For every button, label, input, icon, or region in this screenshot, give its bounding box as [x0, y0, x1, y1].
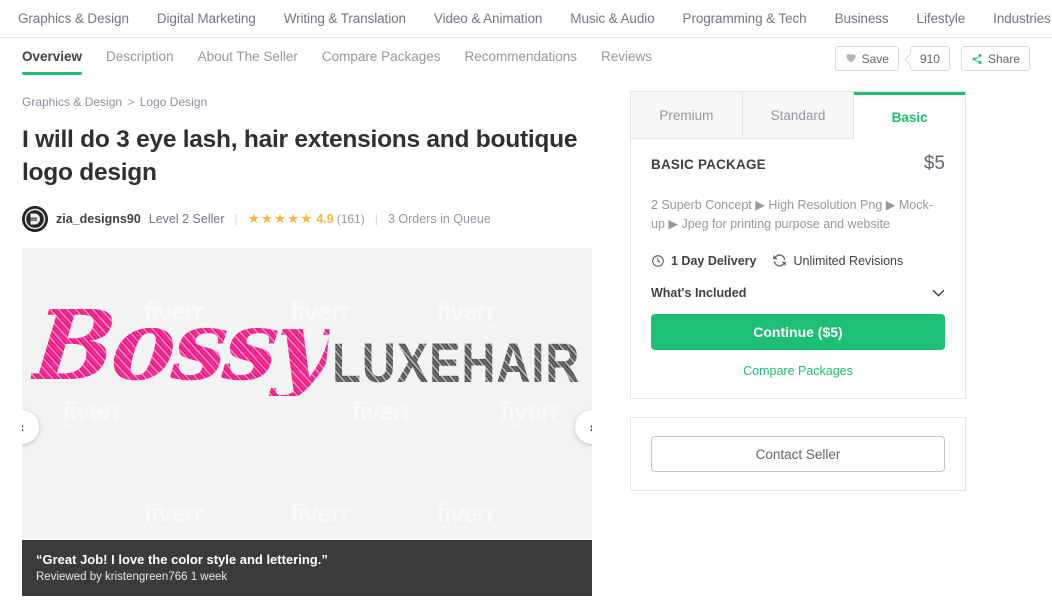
- gallery-review-overlay: “Great Job! I love the color style and l…: [22, 540, 592, 596]
- review-byline: Reviewed by kristengreen766 1 week: [36, 571, 228, 583]
- tab-reviews[interactable]: Reviews: [589, 38, 664, 76]
- delivery-label: 1 Day Delivery: [671, 253, 757, 268]
- category-nav-item-video-animation[interactable]: Video & Animation: [420, 11, 556, 26]
- package-meta-row: 1 Day Delivery Unlimited Revisions: [651, 253, 945, 268]
- breadcrumb-current[interactable]: Logo Design: [140, 95, 207, 109]
- category-nav-item-business[interactable]: Business: [821, 11, 903, 26]
- seller-divider-1: |: [234, 212, 238, 226]
- category-nav-item-music-audio[interactable]: Music & Audio: [556, 11, 668, 26]
- package-card: Premium Standard Basic BASIC PACKAGE $5 …: [630, 91, 966, 399]
- fiverr-watermark: fiverrGRAPHICS & DESIGN: [144, 498, 227, 532]
- seller-level: Level 2 Seller: [148, 212, 225, 226]
- avatar[interactable]: [22, 206, 48, 232]
- package-body: BASIC PACKAGE $5 2 Superb Concept ▶ High…: [631, 139, 965, 398]
- artwork-script-text: Bossy: [27, 289, 334, 402]
- delivery-time: 1 Day Delivery: [651, 254, 756, 268]
- artwork-block-text: LUXEHAIR: [332, 331, 581, 394]
- fiverr-watermark-sub: GRAPHICS & DESIGN: [144, 526, 227, 532]
- gig-artwork: Bossy LUXEHAIR: [22, 289, 592, 402]
- tab-recommendations[interactable]: Recommendations: [452, 38, 589, 76]
- star-icon: ★: [260, 211, 273, 227]
- orders-in-queue: 3 Orders in Queue: [387, 212, 491, 226]
- page-title: I will do 3 eye lash, hair extensions an…: [22, 126, 578, 186]
- continue-button[interactable]: Continue ($5): [651, 314, 945, 350]
- star-icon: ★: [273, 211, 287, 227]
- whats-included-label: What's Included: [651, 286, 747, 300]
- gig-action-buttons: Save 910 Share: [834, 46, 1030, 71]
- seller-divider-2: |: [374, 212, 378, 226]
- save-count-badge[interactable]: 910: [909, 46, 950, 71]
- share-label: Share: [987, 51, 1020, 66]
- breadcrumb-separator: >: [127, 95, 135, 109]
- gig-tab-bar: Overview Description About The Seller Co…: [0, 38, 1052, 77]
- rating-value: 4.9: [316, 212, 334, 226]
- fiverr-watermark-sub: GRAPHICS & DESIGN: [62, 424, 145, 430]
- gig-sidebar: Premium Standard Basic BASIC PACKAGE $5 …: [630, 77, 966, 602]
- gig-gallery[interactable]: fiverrGRAPHICS & DESIGN fiverrGRAPHICS &…: [22, 248, 592, 596]
- heart-icon: [845, 52, 857, 65]
- package-description: 2 Superb Concept ▶ High Resolution Png ▶…: [651, 198, 933, 231]
- category-nav-item-lifestyle[interactable]: Lifestyle: [903, 11, 980, 26]
- rating-stars: ★ ★ ★ ★ ★ 4.9 (161): [248, 212, 365, 226]
- package-tab-premium[interactable]: Premium: [631, 92, 743, 139]
- gig-main-column: Graphics & Design > Logo Design I will d…: [22, 77, 606, 602]
- star-icon: ★: [287, 211, 300, 227]
- fiverr-watermark: fiverrGRAPHICS & DESIGN: [290, 498, 373, 532]
- package-header: BASIC PACKAGE $5: [651, 153, 945, 175]
- category-nav-item-digital-marketing[interactable]: Digital Marketing: [143, 11, 270, 26]
- clock-icon: [651, 254, 665, 268]
- rating-count: (161): [336, 212, 365, 226]
- package-tabs: Premium Standard Basic: [631, 92, 966, 139]
- star-icon: ★: [300, 211, 313, 227]
- compare-packages-link[interactable]: Compare Packages: [651, 364, 945, 378]
- breadcrumb-parent[interactable]: Graphics & Design: [22, 95, 122, 109]
- revisions: Unlimited Revisions: [772, 253, 903, 268]
- category-nav-item-programming-tech[interactable]: Programming & Tech: [669, 11, 821, 26]
- save-button[interactable]: Save: [834, 46, 899, 71]
- package-name: BASIC PACKAGE: [651, 157, 766, 172]
- tab-about-the-seller[interactable]: About The Seller: [186, 38, 310, 76]
- tab-compare-packages[interactable]: Compare Packages: [310, 38, 453, 76]
- fiverr-watermark-sub: GRAPHICS & DESIGN: [290, 526, 373, 532]
- gig-tabs: Overview Description About The Seller Co…: [22, 38, 664, 76]
- fiverr-watermark: fiverrGRAPHICS & DESIGN: [436, 498, 519, 532]
- package-tab-basic[interactable]: Basic: [854, 92, 966, 139]
- revisions-label: Unlimited Revisions: [793, 253, 904, 268]
- review-quote: “Great Job! I love the color style and l…: [36, 552, 328, 567]
- save-label: Save: [861, 51, 889, 66]
- fiverr-watermark-sub: GRAPHICS & DESIGN: [436, 526, 519, 532]
- seller-username[interactable]: zia_designs90: [56, 212, 141, 226]
- package-price: $5: [923, 153, 945, 174]
- package-tab-standard[interactable]: Standard: [742, 92, 855, 139]
- refresh-icon: [772, 253, 787, 268]
- save-count-value: 910: [919, 51, 940, 66]
- contact-seller-button[interactable]: Contact Seller: [651, 436, 945, 472]
- chevron-down-icon: [932, 286, 945, 300]
- share-button[interactable]: Share: [960, 46, 1030, 71]
- whats-included-toggle[interactable]: What's Included: [651, 280, 945, 314]
- tab-overview[interactable]: Overview: [22, 38, 94, 76]
- fiverr-watermark-sub: GRAPHICS & DESIGN: [500, 424, 583, 430]
- fiverr-watermark: fiverrGRAPHICS & DESIGN: [500, 396, 583, 430]
- fiverr-watermark: fiverrGRAPHICS & DESIGN: [352, 396, 435, 430]
- contact-seller-card: Contact Seller: [630, 417, 966, 491]
- page-body: Graphics & Design > Logo Design I will d…: [0, 77, 1052, 602]
- category-nav-item-graphics-design[interactable]: Graphics & Design: [18, 11, 143, 26]
- fiverr-watermark-sub: GRAPHICS & DESIGN: [352, 424, 435, 430]
- share-icon: [971, 53, 983, 65]
- seller-info-row: zia_designs90 Level 2 Seller | ★ ★ ★ ★ ★…: [22, 206, 606, 232]
- tab-description[interactable]: Description: [94, 38, 186, 76]
- category-nav-item-writing-translation[interactable]: Writing & Translation: [270, 11, 420, 26]
- category-nav-item-industries[interactable]: Industries: [979, 11, 1051, 26]
- breadcrumb: Graphics & Design > Logo Design: [22, 95, 606, 109]
- star-icon: ★: [247, 211, 260, 227]
- category-nav: Graphics & Design Digital Marketing Writ…: [0, 0, 1052, 38]
